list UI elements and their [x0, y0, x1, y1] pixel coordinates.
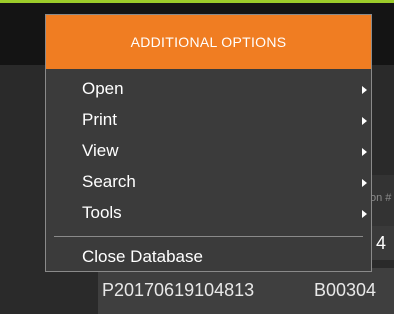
menu-item-label: Close Database: [82, 247, 203, 266]
menu-item-view[interactable]: View: [46, 138, 371, 166]
menu-item-label: View: [82, 141, 119, 160]
chevron-right-icon: [362, 86, 367, 94]
chevron-right-icon: [362, 179, 367, 187]
chevron-right-icon: [362, 117, 367, 125]
table-cell-value: 4: [376, 233, 387, 253]
menu-item-search[interactable]: Search: [46, 169, 371, 197]
menu-item-label: Print: [82, 110, 117, 129]
table-cell-id: P20170619104813: [102, 280, 255, 300]
menu-item-label: Search: [82, 172, 136, 191]
menu-title: ADDITIONAL OPTIONS: [46, 15, 371, 69]
menu-item-label: Open: [82, 79, 124, 98]
menu-item-label: Tools: [82, 203, 122, 222]
chevron-right-icon: [362, 210, 367, 218]
menu-divider: [54, 236, 363, 237]
menu-item-open[interactable]: Open: [46, 76, 371, 104]
menu-item-tools[interactable]: Tools: [46, 200, 371, 228]
chevron-right-icon: [362, 148, 367, 156]
column-header-label: on #: [370, 192, 392, 204]
additional-options-menu: ADDITIONAL OPTIONS Open Print View Searc…: [45, 14, 372, 272]
close-database-button[interactable]: Close Database: [46, 244, 371, 272]
table-cell-code: B00304: [314, 280, 377, 300]
menu-item-print[interactable]: Print: [46, 107, 371, 135]
